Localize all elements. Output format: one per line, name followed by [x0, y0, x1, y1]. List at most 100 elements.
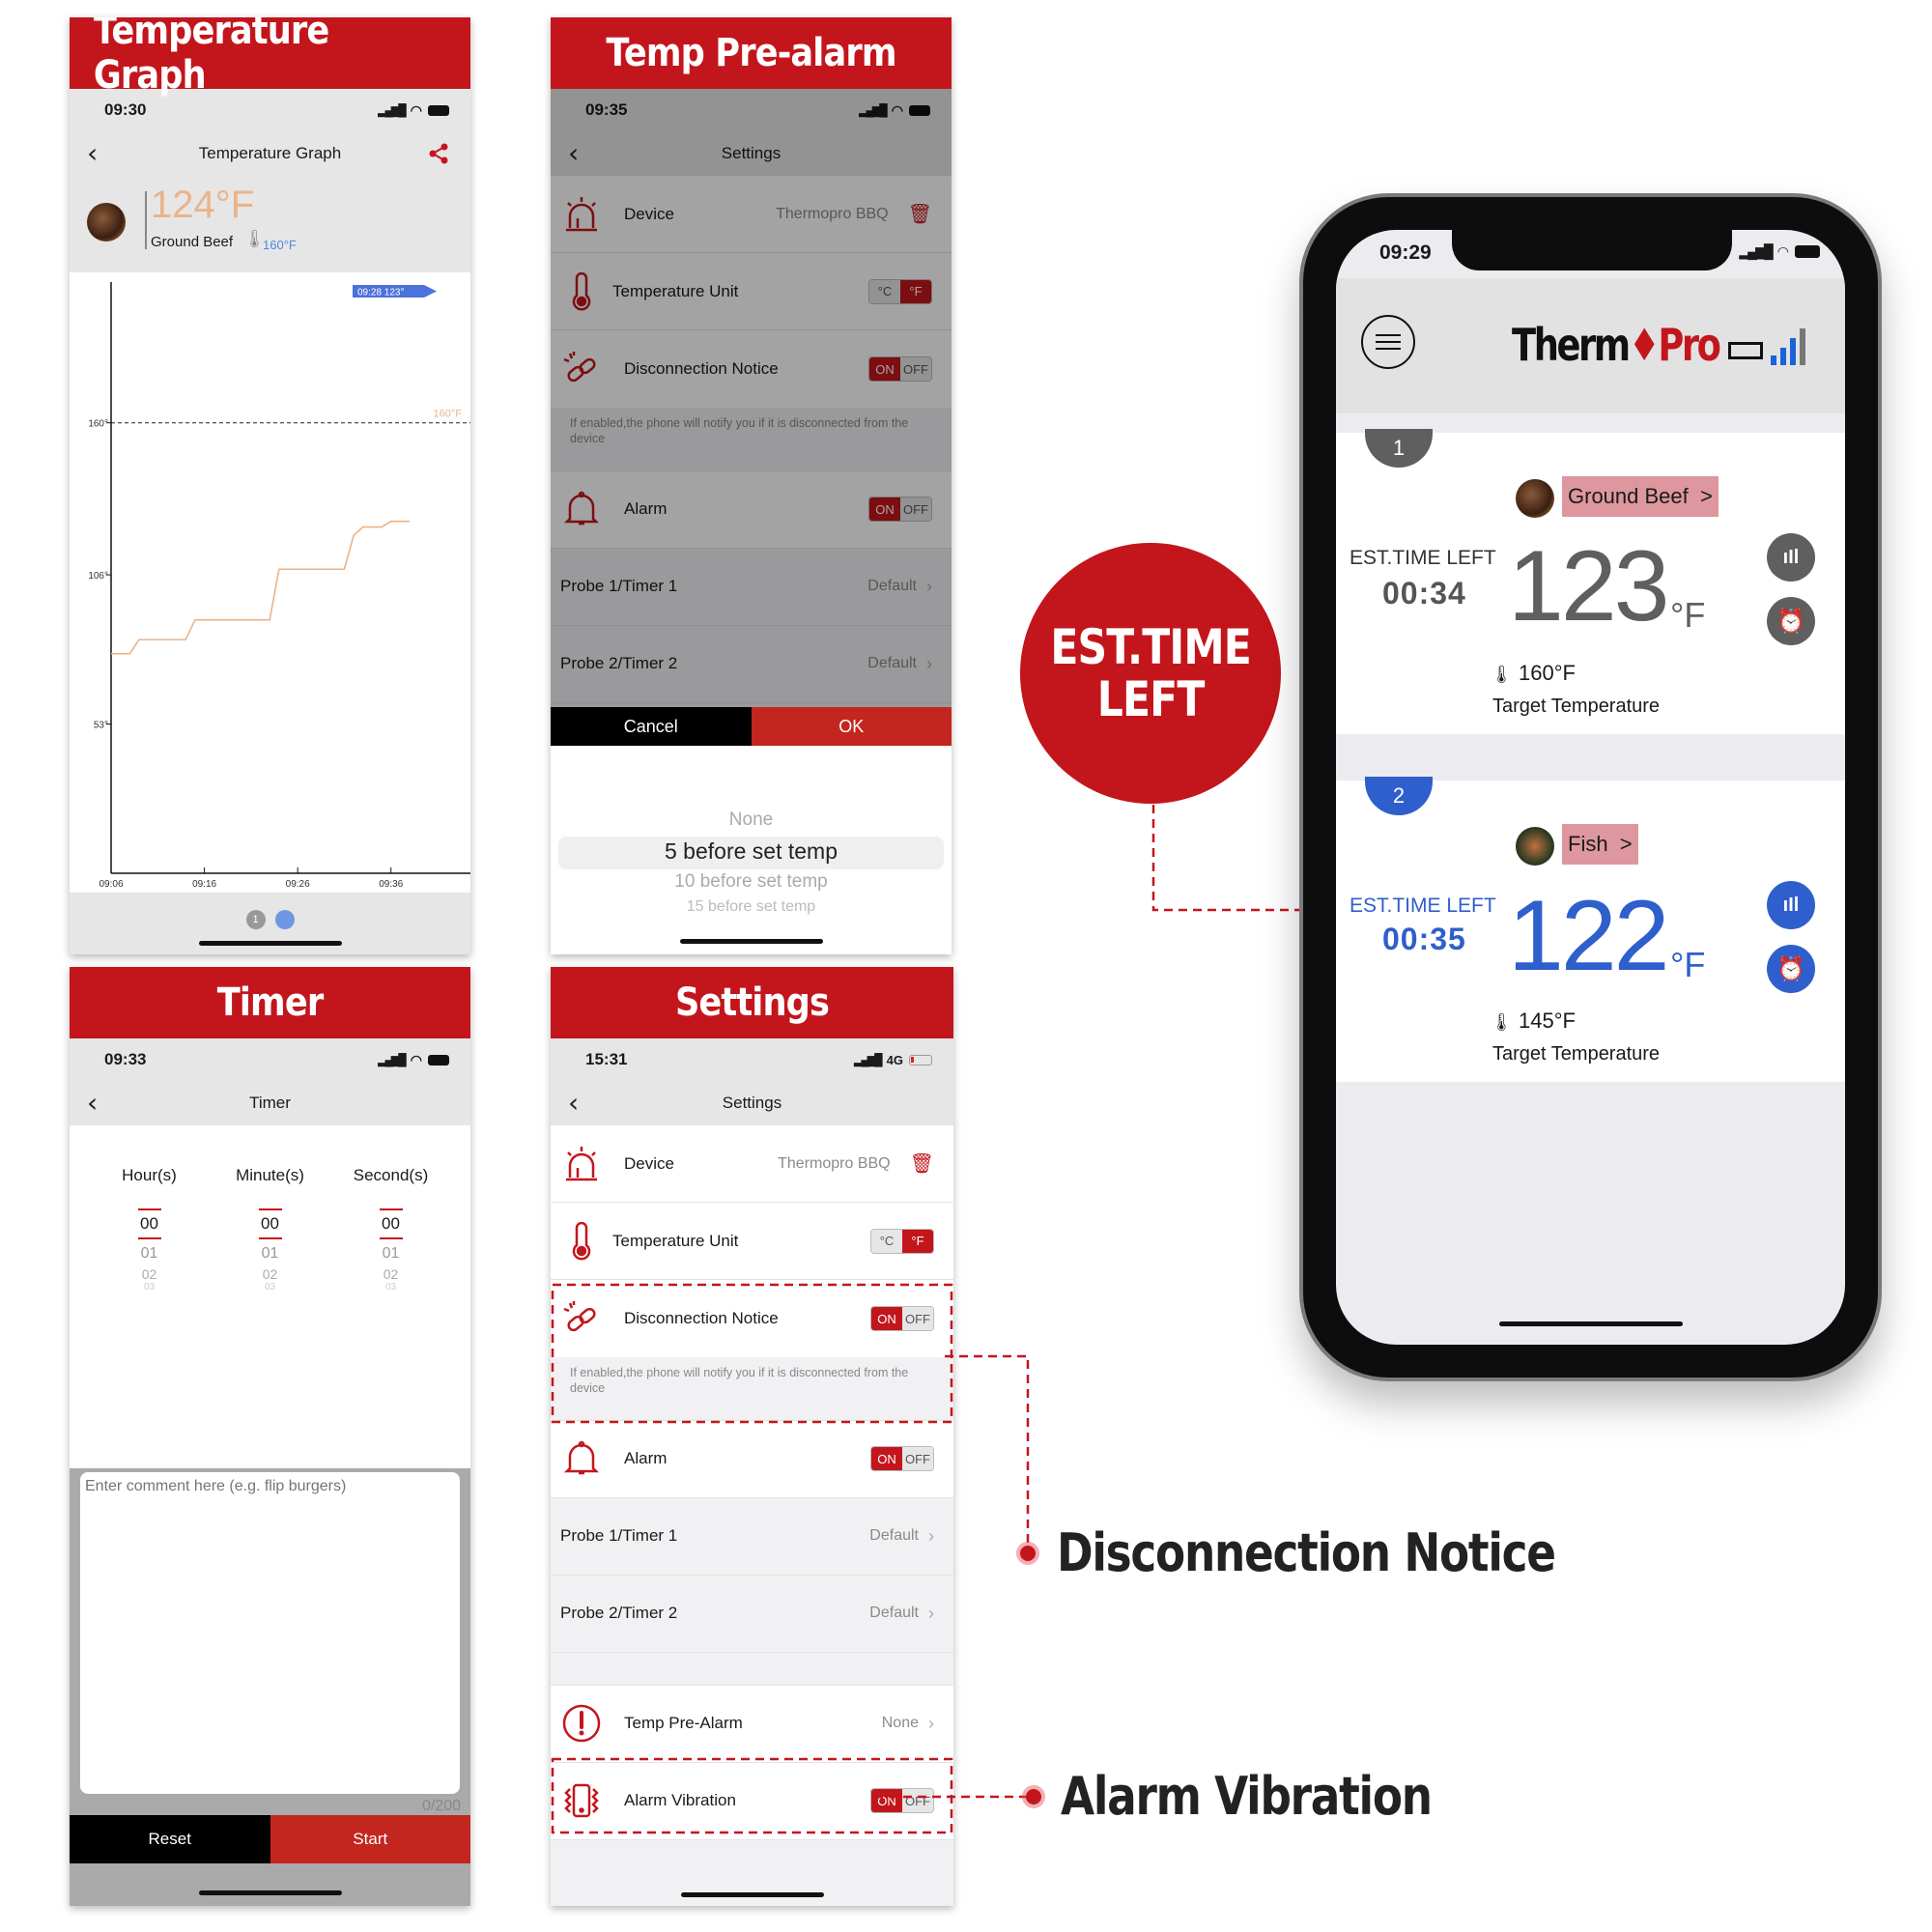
picker-value[interactable]: 02	[338, 1266, 444, 1282]
alarm-button[interactable]: ⏰	[1767, 597, 1815, 645]
picker-value[interactable]: 03	[338, 1282, 444, 1290]
vibration-toggle[interactable]: ON OFF	[870, 1788, 934, 1813]
settings-row-alarm: Alarm ON OFF	[551, 1421, 953, 1498]
comment-input[interactable]	[80, 1472, 460, 1794]
picker-option[interactable]: 10 before set temp	[551, 871, 952, 893]
trash-icon[interactable]: 🗑	[908, 202, 932, 226]
vibration-icon	[560, 1779, 603, 1822]
picker-label: Minute(s)	[236, 1166, 304, 1184]
minutes-picker[interactable]: Minute(s) 00 01 02 03	[217, 1166, 324, 1468]
est-time-badge: EST.TIME LEFT	[1020, 543, 1281, 804]
disconnection-note: If enabled,the phone will notify you if …	[551, 1357, 953, 1421]
thermometer-icon: 🌡	[1491, 1012, 1513, 1032]
hours-picker[interactable]: Hour(s) 00 01 02 03	[97, 1166, 203, 1468]
alarm-toggle[interactable]: ON OFF	[868, 497, 932, 522]
toggle-off: OFF	[902, 1307, 933, 1330]
alarm-toggle[interactable]: ON OFF	[870, 1446, 934, 1471]
settings-row-probe1[interactable]: Probe 1/Timer 1 Default ›	[551, 548, 952, 626]
food-selector[interactable]: Ground Beef >	[1562, 476, 1719, 517]
settings-row-device[interactable]: Device Thermopro BBQ 🗑	[551, 176, 952, 253]
disconnection-toggle[interactable]: ON OFF	[870, 1306, 934, 1331]
char-counter: 0/200	[421, 1798, 461, 1814]
panel-timer: Timer 09:33 ▂▄▆█ ◠ ‹ Timer Hour(s) 00 01…	[70, 967, 470, 1906]
status-time: 15:31	[585, 1050, 628, 1068]
back-icon[interactable]: ‹	[568, 1090, 579, 1117]
prealarm-picker[interactable]: None 5 before set temp 10 before set tem…	[551, 746, 952, 954]
unit-toggle[interactable]: °C °F	[870, 1228, 934, 1254]
disconnection-toggle[interactable]: ON OFF	[868, 356, 932, 382]
battery-low-icon	[909, 1054, 932, 1065]
picker-option[interactable]: None	[551, 810, 952, 831]
network-type: 4G	[886, 1052, 903, 1067]
panel-header: Temperature Graph	[93, 17, 447, 98]
unit-toggle[interactable]: °C °F	[868, 278, 932, 304]
device-name: Thermopro BBQ	[778, 1154, 891, 1172]
settings-row-probe2[interactable]: Probe 2/Timer 2 Default ›	[551, 1575, 953, 1653]
menu-button[interactable]	[1361, 315, 1415, 369]
picker-value[interactable]: 01	[338, 1245, 444, 1263]
cancel-button[interactable]: Cancel	[551, 707, 752, 746]
home-indicator	[680, 1892, 824, 1897]
chevron-right-icon: ›	[926, 576, 932, 596]
row-label: Temperature Unit	[612, 281, 739, 300]
picker-value[interactable]: 03	[97, 1282, 203, 1290]
row-label: Alarm	[624, 1449, 668, 1467]
panel-settings: Settings 15:31 ▂▄▆█ 4G ‹ Settings Device…	[551, 967, 953, 1906]
start-button[interactable]: Start	[270, 1815, 470, 1863]
settings-row-probe1[interactable]: Probe 1/Timer 1 Default ›	[551, 1497, 953, 1576]
probe-card-2[interactable]: 2 Fish > EST.TIME LEFT 00:35 122 °F ıIl …	[1336, 777, 1845, 1082]
picker-value-selected[interactable]: 00	[140, 1214, 158, 1233]
ok-button[interactable]: OK	[751, 707, 952, 746]
back-icon[interactable]: ‹	[87, 140, 98, 167]
row-label: Probe 2/Timer 2	[560, 1604, 678, 1622]
graph-button[interactable]: ıIl	[1767, 533, 1815, 582]
page-dot-1[interactable]: 1	[245, 910, 266, 929]
row-label: Probe 1/Timer 1	[560, 577, 678, 595]
unit-c[interactable]: °C	[869, 279, 900, 303]
battery-icon	[909, 104, 930, 116]
food-selector[interactable]: Fish >	[1562, 824, 1638, 865]
seconds-picker[interactable]: Second(s) 00 01 02 03	[338, 1166, 444, 1468]
back-icon[interactable]: ‹	[87, 1090, 98, 1117]
wifi-icon: ◠	[891, 101, 903, 118]
settings-row-prealarm[interactable]: Temp Pre-Alarm None ›	[551, 1686, 953, 1763]
picker-option-selected[interactable]: 5 before set temp	[551, 838, 952, 865]
signal-icon: ▂▄▆█	[859, 103, 888, 117]
target-line-label: 160°F	[434, 409, 463, 420]
toggle-on: ON	[871, 1307, 902, 1330]
back-icon[interactable]: ‹	[568, 140, 579, 167]
flame-icon: ♦	[1628, 319, 1661, 371]
unit-c[interactable]: °C	[871, 1229, 902, 1253]
panel-header: Settings	[575, 967, 929, 1038]
picker-value[interactable]: 02	[97, 1266, 203, 1282]
est-time-value: 00:34	[1382, 576, 1466, 611]
settings-row-device[interactable]: Device Thermopro BBQ 🗑	[551, 1125, 953, 1203]
alarm-button[interactable]: ⏰	[1767, 945, 1815, 993]
picker-value[interactable]: 03	[217, 1282, 324, 1290]
settings-row-probe2[interactable]: Probe 2/Timer 2 Default ›	[551, 625, 952, 703]
graph-area: 53° 106° 160° 09:06 09:16 09:26 09:36 160°F 09:2…	[70, 272, 470, 893]
share-icon[interactable]	[428, 143, 449, 169]
picker-value[interactable]: 02	[217, 1266, 324, 1282]
graph-button[interactable]: ıIl	[1767, 881, 1815, 929]
picker-value-selected[interactable]: 00	[382, 1214, 400, 1233]
logo-therm: Therm	[1512, 319, 1631, 371]
picker-label: Hour(s)	[122, 1166, 177, 1184]
target-value: 145°F	[1518, 1009, 1576, 1033]
trash-icon[interactable]: 🗑	[910, 1151, 934, 1176]
picker-value[interactable]: 01	[97, 1245, 203, 1263]
page-dot-2[interactable]	[274, 910, 295, 929]
probe-card-1[interactable]: 1 Ground Beef > EST.TIME LEFT 00:34 123 …	[1336, 429, 1845, 734]
picker-sheet: Cancel OK None 5 before set temp 10 befo…	[551, 707, 952, 954]
reset-button[interactable]: Reset	[70, 1815, 270, 1863]
unit-f[interactable]: °F	[900, 279, 931, 303]
toggle-off: OFF	[900, 497, 931, 521]
unit-f[interactable]: °F	[902, 1229, 933, 1253]
picker-value[interactable]: 01	[217, 1245, 324, 1263]
picker-option[interactable]: 15 before set temp	[551, 898, 952, 916]
picker-value-selected[interactable]: 00	[261, 1214, 279, 1233]
chart-tooltip: 09:28 123°	[353, 285, 437, 298]
tooltip-text: 09:28 123°	[357, 288, 405, 298]
home-indicator	[198, 1890, 342, 1895]
timer-pickers: Hour(s) 00 01 02 03 Minute(s) 00 01 02 0…	[70, 1125, 470, 1468]
